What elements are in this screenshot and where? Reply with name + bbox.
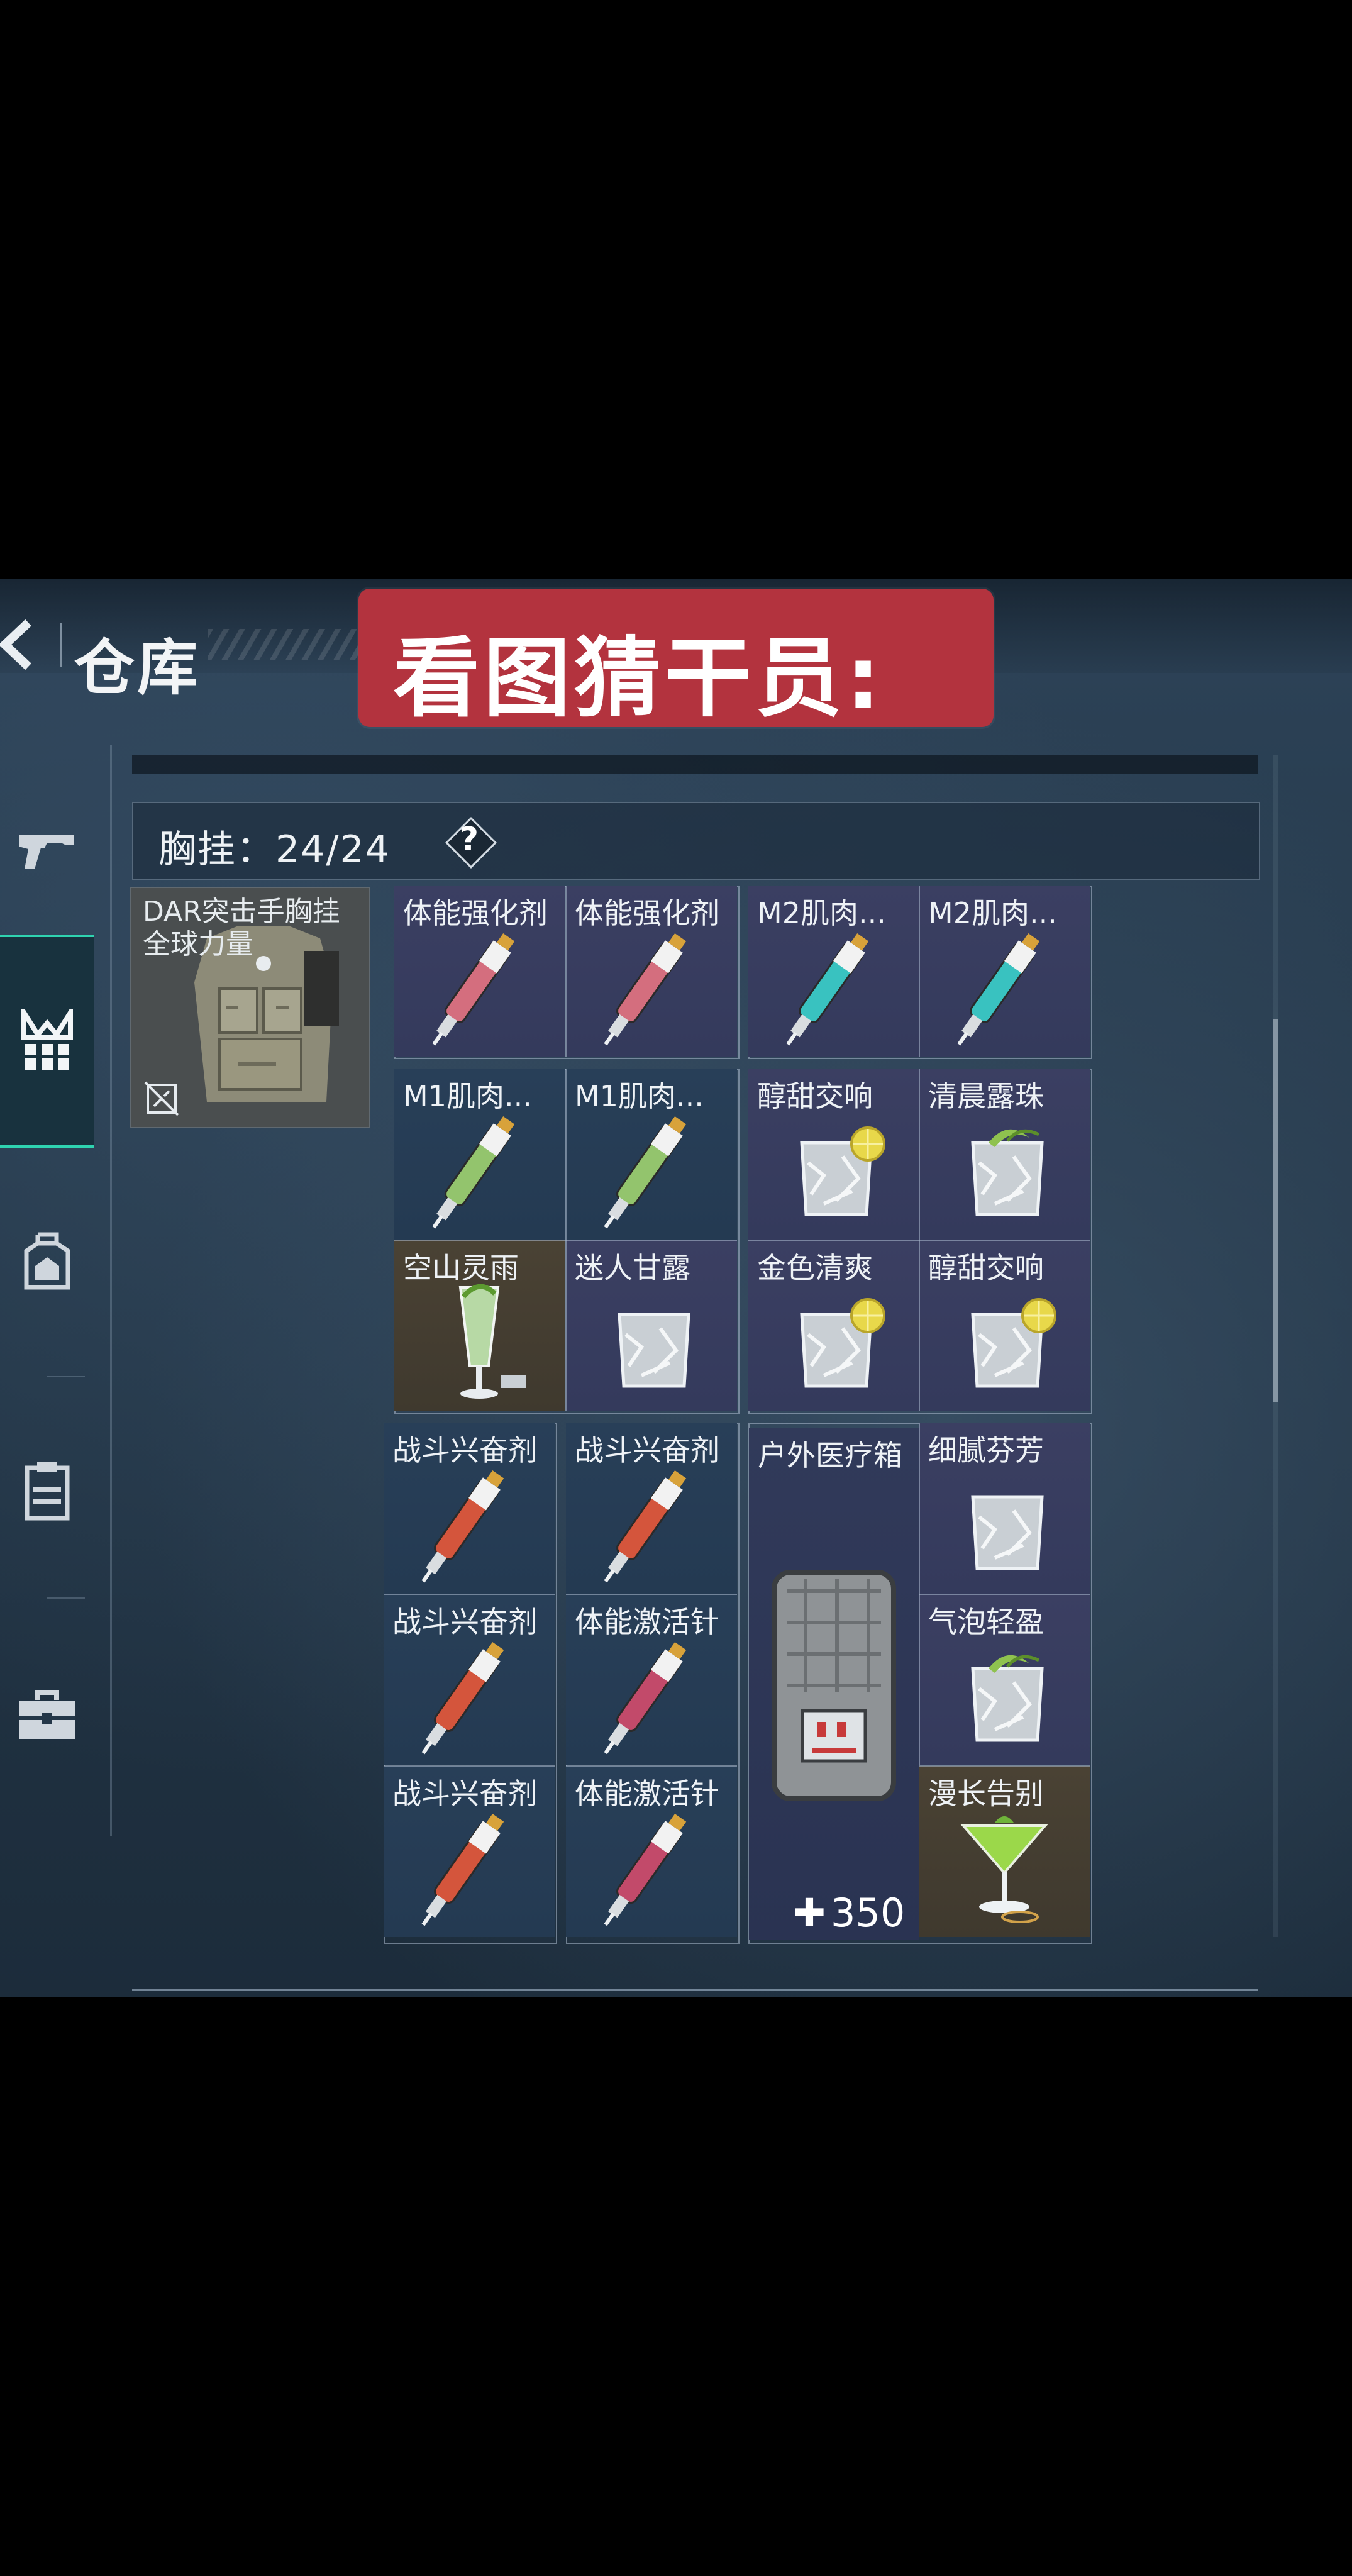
item-label: 醇甜交响: [757, 1079, 873, 1113]
grid-divider: [919, 1594, 1090, 1595]
item-label: 金色清爽: [757, 1251, 873, 1285]
scrollbar-thumb[interactable]: [1273, 1019, 1278, 1402]
header-decoration: [208, 629, 371, 660]
item-cell[interactable]: 战斗兴奋剂: [384, 1766, 555, 1937]
item-cell[interactable]: M2肌肉...: [919, 886, 1090, 1057]
panel-bottom-line: [132, 1989, 1258, 1991]
briefcase-icon: [19, 1690, 75, 1739]
item-label: 漫长告别: [928, 1777, 1044, 1811]
sidebar-item-weapons[interactable]: [0, 745, 94, 953]
grid-divider: [748, 1240, 1090, 1241]
pistol-icon: [19, 835, 74, 869]
item-cell[interactable]: 醇甜交响: [748, 1069, 919, 1240]
item-label: 战斗兴奋剂: [392, 1605, 537, 1639]
item-cell[interactable]: 战斗兴奋剂: [384, 1594, 555, 1765]
panel-top-strip: [132, 755, 1258, 774]
grid-divider: [919, 886, 920, 1057]
plus-icon: ✚: [793, 1890, 826, 1936]
grid-divider: [919, 1765, 1090, 1767]
grid-divider: [565, 886, 567, 1057]
item-cell[interactable]: 气泡轻盈: [919, 1594, 1090, 1765]
backpack-icon: [24, 1232, 70, 1290]
unlink-icon: [144, 1081, 179, 1116]
item-cell[interactable]: 细腻芬芳: [919, 1423, 1090, 1594]
item-label: M2肌肉...: [928, 896, 1057, 930]
item-label: M2肌肉...: [757, 896, 886, 930]
item-cell[interactable]: 体能激活针: [566, 1766, 737, 1937]
item-label: 体能激活针: [575, 1605, 719, 1639]
sidebar-item-case[interactable]: [0, 1612, 94, 1819]
grid-divider: [384, 1594, 555, 1595]
item-cell[interactable]: 战斗兴奋剂: [566, 1423, 737, 1594]
item-cell[interactable]: 迷人甘露: [566, 1240, 737, 1411]
back-arrow-icon[interactable]: [0, 616, 38, 673]
item-cell[interactable]: 体能激活针: [566, 1594, 737, 1765]
item-cell[interactable]: 醇甜交响: [919, 1240, 1090, 1411]
sidebar-item-chest-rig[interactable]: [0, 935, 94, 1148]
item-cell[interactable]: M1肌肉...: [566, 1069, 737, 1240]
sidebar-item-pouch[interactable]: [0, 1387, 94, 1594]
page-title: 仓库: [74, 633, 200, 703]
item-label: 战斗兴奋剂: [392, 1433, 537, 1467]
item-cell[interactable]: M2肌肉...: [748, 886, 919, 1057]
pouch-icon: [25, 1462, 70, 1521]
item-cell[interactable]: 体能强化剂: [394, 886, 565, 1057]
item-cell[interactable]: 漫长告别: [919, 1766, 1090, 1937]
grid-divider: [566, 1594, 737, 1595]
item-label: 醇甜交响: [928, 1251, 1044, 1285]
rig-capacity-header: 胸挂：24/24 ?: [132, 802, 1260, 880]
grid-divider: [394, 1240, 737, 1241]
item-label: 战斗兴奋剂: [392, 1777, 537, 1811]
grid-divider: [384, 1765, 555, 1767]
item-cell[interactable]: 金色清爽: [748, 1240, 919, 1411]
item-label: 战斗兴奋剂: [575, 1433, 719, 1467]
item-label: 迷人甘露: [575, 1251, 690, 1285]
item-label: 清晨露珠: [928, 1079, 1044, 1113]
rig-capacity-label: 胸挂：24/24: [158, 828, 391, 872]
item-label: M1肌肉...: [575, 1079, 704, 1113]
item-cell-medkit[interactable]: 户外医疗箱 ✚ 350: [749, 1428, 919, 1940]
equipped-rig-name: DAR突击手胸挂 全球力量: [143, 896, 340, 960]
chest-rig-icon: [21, 1009, 73, 1070]
equipped-rig-slot[interactable]: DAR突击手胸挂 全球力量: [130, 887, 370, 1128]
item-label: 体能强化剂: [403, 896, 548, 930]
sidebar-item-backpack[interactable]: [0, 1157, 94, 1365]
medkit-image: [772, 1570, 896, 1801]
game-screen: 仓库 看图猜干员: 胸挂：24/24 ? DAR突击手胸挂 全球力量 体能强化剂…: [0, 579, 1352, 1997]
item-cell[interactable]: 体能强化剂: [566, 886, 737, 1057]
item-label: 空山灵雨: [403, 1251, 519, 1285]
banner-text: 看图猜干员:: [393, 628, 885, 729]
item-cell[interactable]: 清晨露珠: [919, 1069, 1090, 1240]
item-label: 细腻芬芳: [928, 1433, 1044, 1467]
item-label: 户外医疗箱: [758, 1438, 902, 1472]
item-cell[interactable]: 战斗兴奋剂: [384, 1423, 555, 1594]
category-sidebar: [0, 745, 112, 1836]
item-cell[interactable]: 空山灵雨: [394, 1240, 565, 1411]
grid-divider: [566, 1765, 737, 1767]
item-label: 体能强化剂: [575, 896, 719, 930]
quiz-banner: 看图猜干员:: [358, 589, 994, 729]
item-label: 气泡轻盈: [928, 1605, 1044, 1639]
heal-amount: ✚ 350: [793, 1890, 906, 1936]
item-label: 体能激活针: [575, 1777, 719, 1811]
item-cell[interactable]: M1肌肉...: [394, 1069, 565, 1240]
help-icon[interactable]: ?: [443, 814, 497, 869]
title-separator: [60, 623, 62, 667]
item-label: M1肌肉...: [403, 1079, 532, 1113]
